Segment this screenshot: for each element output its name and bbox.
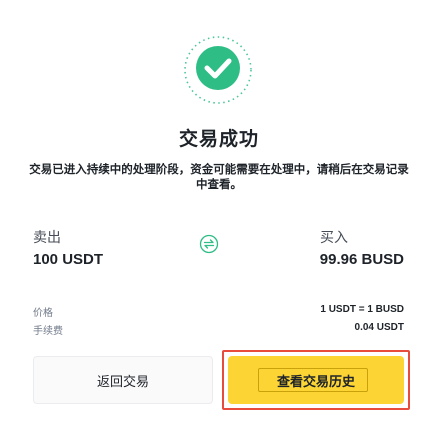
price-value: 1 USDT = 1 BUSD [320, 304, 404, 315]
trade-success-page: 交易成功 交易已进入持续中的处理阶段，资金可能需要在处理中，请稍后在交易记录中查… [0, 0, 438, 437]
fee-label: 手续费 [33, 326, 63, 337]
sell-amount: 100 USDT [33, 251, 104, 268]
status-description: 交易已进入持续中的处理阶段，资金可能需要在处理中，请稍后在交易记录中查看。 [29, 164, 409, 191]
fee-value: 0.04 USDT [354, 322, 404, 333]
buy-label: 买入 [320, 229, 348, 245]
check-circle-icon [184, 36, 252, 104]
view-trade-history-button[interactable]: 查看交易历史 [228, 356, 404, 404]
swap-arrows-icon [199, 234, 219, 254]
page-title: 交易成功 [178, 129, 259, 150]
buy-amount: 99.96 BUSD [319, 251, 404, 268]
back-to-trade-button[interactable]: 返回交易 [33, 356, 213, 404]
sell-label: 卖出 [33, 229, 61, 245]
price-label: 价格 [33, 308, 53, 319]
